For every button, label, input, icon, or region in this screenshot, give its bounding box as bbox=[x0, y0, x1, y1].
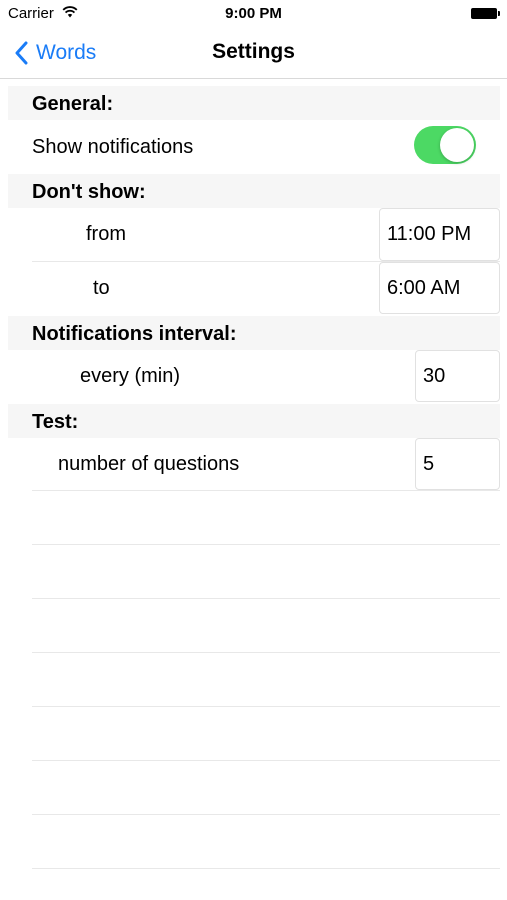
section-title-general: General: bbox=[32, 93, 114, 115]
section-title-test: Test: bbox=[32, 411, 79, 433]
interval-minutes-field[interactable]: 30 bbox=[415, 350, 500, 402]
row-divider bbox=[32, 544, 500, 545]
toggle-knob bbox=[440, 128, 474, 162]
status-time: 9:00 PM bbox=[225, 5, 282, 22]
navigation-bar: Words Settings bbox=[0, 28, 507, 79]
from-time-field[interactable]: 11:00 PM bbox=[379, 208, 500, 261]
every-min-label: every (min) bbox=[80, 365, 181, 387]
section-header-dont-show: Don't show: bbox=[8, 174, 500, 208]
from-label: from bbox=[86, 223, 126, 245]
row-divider bbox=[32, 868, 500, 869]
row-divider bbox=[32, 760, 500, 761]
row-divider bbox=[32, 490, 500, 491]
row-divider bbox=[32, 706, 500, 707]
section-header-interval: Notifications interval: bbox=[8, 316, 500, 350]
section-header-general: General: bbox=[8, 86, 500, 120]
interval-minutes-value: 30 bbox=[423, 364, 446, 387]
status-bar: Carrier 9:00 PM bbox=[0, 0, 507, 28]
section-title-dont-show: Don't show: bbox=[32, 181, 146, 203]
from-time-value: 11:00 PM bbox=[387, 223, 472, 245]
section-header-test: Test: bbox=[8, 404, 500, 438]
to-time-value: 6:00 AM bbox=[387, 276, 461, 299]
battery-icon bbox=[471, 8, 500, 19]
show-notifications-toggle[interactable] bbox=[414, 126, 476, 164]
number-of-questions-label: number of questions bbox=[58, 453, 240, 475]
to-time-field[interactable]: 6:00 AM bbox=[379, 262, 500, 314]
to-label: to bbox=[93, 277, 110, 299]
row-divider bbox=[32, 598, 500, 599]
show-notifications-label: Show notifications bbox=[32, 136, 194, 158]
section-title-interval: Notifications interval: bbox=[32, 323, 237, 345]
row-divider bbox=[32, 814, 500, 815]
row-divider bbox=[32, 652, 500, 653]
page-title: Settings bbox=[212, 40, 295, 63]
number-of-questions-field[interactable]: 5 bbox=[415, 438, 500, 490]
number-of-questions-value: 5 bbox=[423, 452, 435, 475]
